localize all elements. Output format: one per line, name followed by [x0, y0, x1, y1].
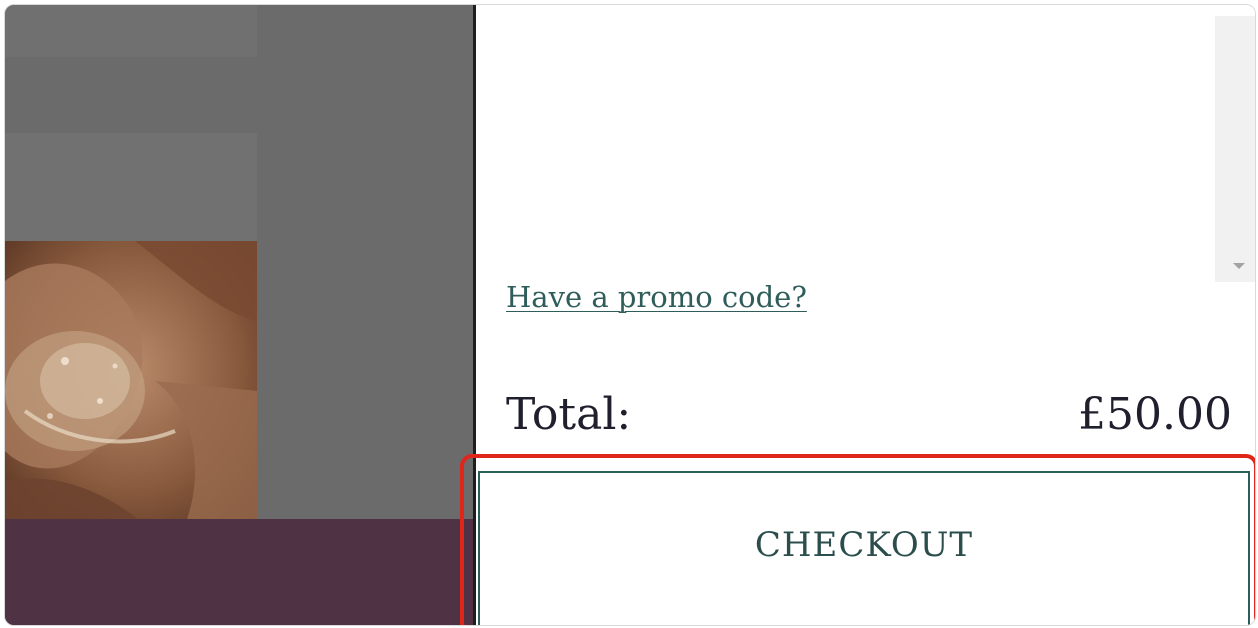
total-amount: £50.00: [1078, 389, 1232, 440]
screenshot-frame: Have a promo code? Total: £50.00 CHECKOU…: [4, 4, 1256, 626]
product-card: [5, 133, 257, 243]
wine-glass-photo: [5, 241, 257, 525]
checkout-button-label: CHECKOUT: [754, 525, 974, 565]
scroll-down-arrow-icon[interactable]: [1233, 263, 1245, 269]
promo-code-link[interactable]: Have a promo code?: [506, 280, 807, 314]
total-label: Total:: [506, 389, 632, 440]
wine-glass-image: [5, 241, 257, 525]
checkout-button[interactable]: CHECKOUT: [478, 471, 1250, 625]
cart-items-scrollbar[interactable]: [1215, 16, 1255, 282]
cart-drawer: Have a promo code? Total: £50.00 CHECKOU…: [476, 5, 1255, 625]
cart-total-row: Total: £50.00: [506, 389, 1232, 440]
footer-banner: [5, 519, 475, 625]
product-card-top: [5, 5, 257, 57]
page-overlay[interactable]: [5, 5, 475, 625]
